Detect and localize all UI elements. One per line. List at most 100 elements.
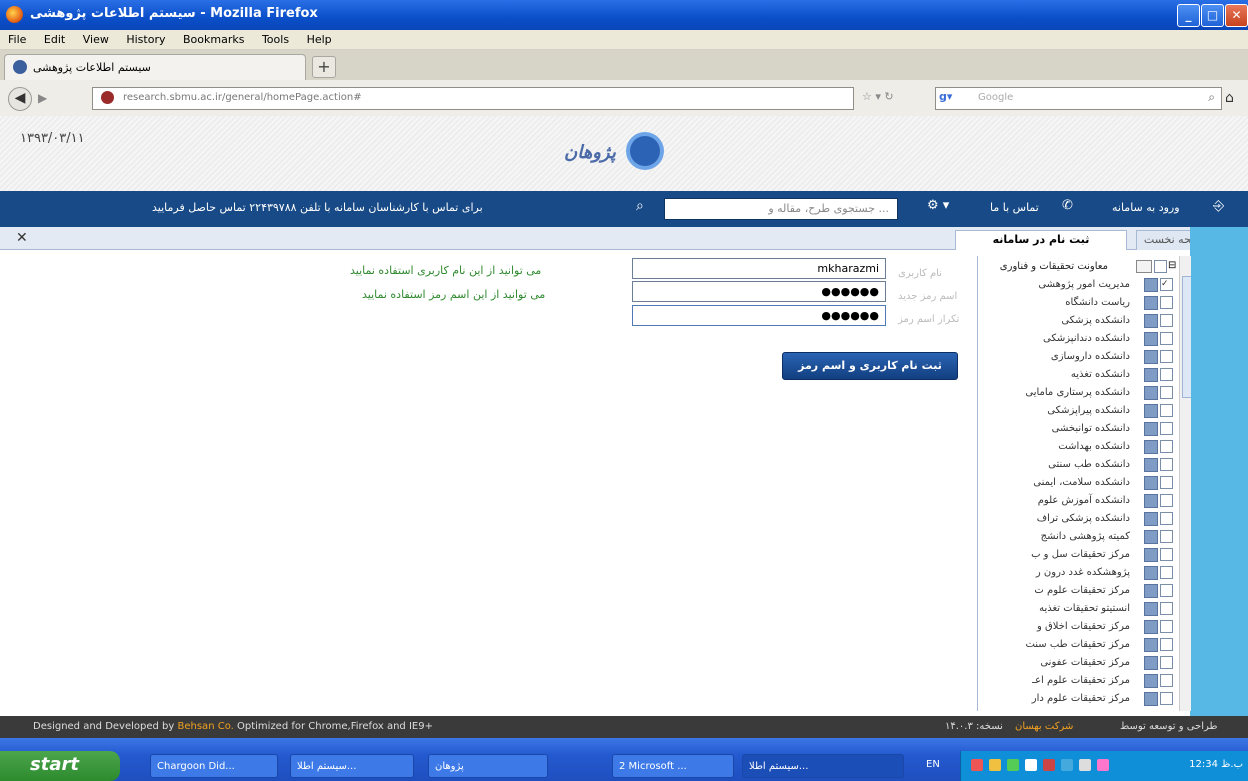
tree-item[interactable]: دانشکده توانبخشی (978, 420, 1178, 438)
window-title-bar[interactable]: سیستم اطلاعات پژوهشی - Mozilla Firefox _… (0, 0, 1248, 30)
tray-icon[interactable] (1061, 759, 1073, 771)
tree-item-checkbox[interactable] (1160, 422, 1173, 435)
close-window-button[interactable]: ✕ (1225, 4, 1248, 27)
site-search-input[interactable]: جستجوی طرح، مقاله و ... (664, 198, 898, 220)
maximize-button[interactable]: □ (1201, 4, 1224, 27)
back-button[interactable]: ◀ (8, 87, 32, 111)
url-bar[interactable]: research.sbmu.ac.ir/general/homePage.act… (92, 87, 854, 110)
collapse-icon[interactable]: ⊟ (1168, 260, 1176, 271)
tree-item-checkbox[interactable] (1160, 476, 1173, 489)
tree-item[interactable]: دانشکده پیراپزشکی (978, 402, 1178, 420)
tree-item[interactable]: دانشکده طب سنتی (978, 456, 1178, 474)
tree-item-checkbox[interactable] (1160, 530, 1173, 543)
register-button[interactable]: ثبت نام کاربری و اسم رمز (782, 352, 958, 380)
language-indicator[interactable]: EN (926, 759, 940, 770)
tree-item-checkbox[interactable] (1160, 602, 1173, 615)
url-controls[interactable]: ☆ ▾ ↻ (862, 90, 894, 103)
tree-item-checkbox[interactable]: ✓ (1160, 278, 1173, 291)
tree-item[interactable]: مرکز تحقیقات اخلاق و (978, 618, 1178, 636)
task-button-2[interactable]: سیستم اطلا... (290, 754, 414, 778)
minimize-button[interactable]: _ (1177, 4, 1200, 27)
tree-item[interactable]: مرکز تحقیقات عفونی (978, 654, 1178, 672)
browser-search-box[interactable]: g▾ Google ⌕ (935, 87, 1222, 110)
tree-item[interactable]: ریاست دانشگاه (978, 294, 1178, 312)
tree-item[interactable]: مدیریت امور پژوهشی ✓ (978, 276, 1178, 294)
task-button-5[interactable]: سیستم اطلا... (742, 754, 904, 778)
tree-item-checkbox[interactable] (1160, 584, 1173, 597)
tree-item-checkbox[interactable] (1160, 674, 1173, 687)
tree-item[interactable]: دانشکده پرستاری مامایی (978, 384, 1178, 402)
menu-file[interactable]: File (1, 30, 33, 46)
tree-item[interactable]: دانشکده پزشکی (978, 312, 1178, 330)
close-tab-icon[interactable]: ✕ (16, 230, 28, 246)
home-icon[interactable]: ⌂ (1225, 90, 1234, 106)
menu-view[interactable]: View (76, 30, 116, 46)
search-icon[interactable]: ⌕ (636, 198, 644, 214)
search-engine-icon[interactable]: g▾ (939, 90, 963, 105)
contact-link[interactable]: تماس با ما (990, 201, 1039, 214)
clock[interactable]: 12:34 ب.ظ (1189, 759, 1243, 770)
footer-right-brand-link[interactable]: شرکت بهسان (1015, 721, 1073, 732)
start-button[interactable]: start (0, 751, 120, 781)
tree-item-checkbox[interactable] (1160, 638, 1173, 651)
tree-item-checkbox[interactable] (1160, 314, 1173, 327)
menu-edit[interactable]: Edit (37, 30, 72, 46)
site-identity-icon[interactable] (101, 91, 114, 104)
tree-item-checkbox[interactable] (1160, 404, 1173, 417)
browser-tab[interactable]: سیستم اطلاعات پژوهشی (4, 54, 306, 80)
tree-item[interactable]: دانشکده پزشکی تراف (978, 510, 1178, 528)
site-logo[interactable]: پژوهان (540, 128, 690, 178)
forward-button[interactable]: ▶ (38, 91, 47, 105)
tree-item-checkbox[interactable] (1160, 350, 1173, 363)
tree-scrollbar[interactable] (1179, 256, 1191, 711)
search-icon[interactable]: ⌕ (1208, 90, 1215, 105)
tree-item[interactable]: انستیتو تحقیقات تغذیه (978, 600, 1178, 618)
username-field[interactable]: mkharazmi (632, 258, 886, 279)
tree-item[interactable]: مرکز تحقیقات علوم ت (978, 582, 1178, 600)
tree-item-checkbox[interactable] (1160, 494, 1173, 507)
tree-item[interactable]: مرکز تحقیقات علوم دار (978, 690, 1178, 708)
new-tab-button[interactable]: + (312, 56, 336, 78)
task-button-4[interactable]: 2 Microsoft ... (612, 754, 734, 778)
confirm-password-field[interactable]: ●●●●●● (632, 305, 886, 326)
tray-icon[interactable] (971, 759, 983, 771)
tree-item-checkbox[interactable] (1160, 656, 1173, 669)
tree-item-checkbox[interactable] (1160, 512, 1173, 525)
tree-item[interactable]: مرکز تحقیقات سل و ب (978, 546, 1178, 564)
tab-register[interactable]: ثبت نام در سامانه (955, 230, 1127, 250)
footer-brand-link[interactable]: Behsan Co. (178, 721, 234, 732)
tree-item[interactable]: دانشکده بهداشت (978, 438, 1178, 456)
tree-item-checkbox[interactable] (1160, 548, 1173, 561)
tree-item[interactable]: پژوهشکده غدد درون ر (978, 564, 1178, 582)
menu-tools[interactable]: Tools (255, 30, 296, 46)
tree-item-checkbox[interactable] (1160, 458, 1173, 471)
menu-help[interactable]: Help (300, 30, 339, 46)
tray-icon[interactable] (1043, 759, 1055, 771)
tree-item-checkbox[interactable] (1160, 620, 1173, 633)
task-button-1[interactable]: Chargoon Did... (150, 754, 278, 778)
login-link[interactable]: ورود به سامانه (1112, 201, 1180, 214)
tree-item[interactable]: دانشکده سلامت، ایمنی (978, 474, 1178, 492)
tree-item[interactable]: کمیته پژوهشی دانشج (978, 528, 1178, 546)
tree-item-checkbox[interactable] (1160, 566, 1173, 579)
tree-item-checkbox[interactable] (1160, 692, 1173, 705)
tree-item[interactable]: دانشکده دندانپزشکی (978, 330, 1178, 348)
tree-item-checkbox[interactable] (1160, 386, 1173, 399)
tree-root[interactable]: ⊟ معاونت تحقیقات و فناوری (978, 258, 1188, 276)
tree-item[interactable]: مرکز تحقیقات طب سنت (978, 636, 1178, 654)
tray-icon[interactable] (1007, 759, 1019, 771)
tree-item[interactable]: مرکز تحقیقات علوم اعـ (978, 672, 1178, 690)
tree-item[interactable]: دانشکده داروسازی (978, 348, 1178, 366)
menu-bookmarks[interactable]: Bookmarks (176, 30, 251, 46)
task-button-3[interactable]: پژوهان (428, 754, 548, 778)
tray-icon[interactable] (1079, 759, 1091, 771)
tree-item-checkbox[interactable] (1160, 368, 1173, 381)
tree-root-checkbox[interactable] (1154, 260, 1167, 273)
settings-icon[interactable]: ⚙ ▾ (927, 198, 949, 213)
tree-item[interactable]: دانشکده آموزش علوم (978, 492, 1178, 510)
tree-item[interactable]: دانشکده تغذیه (978, 366, 1178, 384)
tray-icon[interactable] (1097, 759, 1109, 771)
tray-icon[interactable] (989, 759, 1001, 771)
tree-item-checkbox[interactable] (1160, 440, 1173, 453)
tray-icon[interactable] (1025, 759, 1037, 771)
